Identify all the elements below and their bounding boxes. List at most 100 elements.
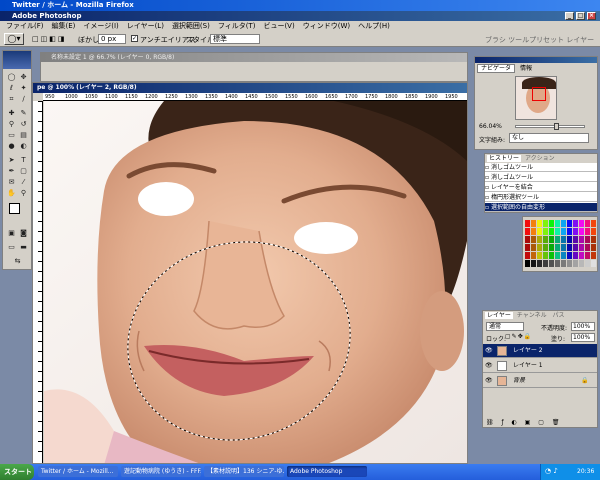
color-swatch[interactable] [543, 244, 548, 251]
navigator-thumbnail[interactable] [515, 76, 557, 120]
pen-tool-icon[interactable]: ✒ [7, 167, 16, 176]
taskbar-item[interactable]: Twitter / ホーム - Mozill... [38, 466, 118, 477]
zoom-slider[interactable] [515, 123, 585, 130]
color-swatch[interactable] [525, 228, 530, 235]
color-swatch[interactable] [579, 244, 584, 251]
clone-stamp-icon[interactable]: ⚲ [7, 120, 16, 129]
tray-icons[interactable]: ◔ ♪ [545, 467, 558, 475]
color-swatch[interactable] [531, 244, 536, 251]
tab-channels[interactable]: チャンネル [515, 312, 549, 319]
color-swatch[interactable] [525, 252, 530, 259]
color-swatch[interactable] [567, 220, 572, 227]
menu-edit[interactable]: 編集(E) [48, 21, 80, 31]
color-swatch[interactable] [549, 252, 554, 259]
menu-layer[interactable]: レイヤー(L) [123, 21, 168, 31]
start-button[interactable]: スタート [0, 464, 34, 480]
gradient-tool-icon[interactable]: ▤ [19, 131, 28, 140]
color-swatch[interactable] [543, 236, 548, 243]
color-swatch[interactable] [585, 220, 590, 227]
hand-tool-icon[interactable]: ✋ [7, 189, 16, 198]
menu-filter[interactable]: フィルタ(T) [214, 21, 260, 31]
color-swatch[interactable] [567, 236, 572, 243]
notes-tool-icon[interactable]: ✉ [7, 178, 16, 187]
layers-footer-icons[interactable]: ⛓ ƒ ◐ ▣ ▢ 🗑 [486, 418, 596, 427]
blend-mode-select[interactable]: 通常 [486, 322, 524, 331]
color-swatch[interactable] [531, 228, 536, 235]
tab-actions[interactable]: アクション [523, 155, 557, 162]
eyedropper-icon[interactable]: ⁄ [19, 178, 28, 187]
history-item[interactable]: ▫ 消しゴムツール [485, 163, 597, 172]
history-item[interactable]: ▫ レイヤーを結合 [485, 183, 597, 192]
doc-back-titlebar[interactable]: 名称未設定 1 @ 66.7% (レイヤー 0, RGB/8) [41, 53, 467, 62]
color-swatch[interactable] [549, 260, 554, 267]
fill-input[interactable]: 100% [571, 333, 595, 342]
color-swatch[interactable] [525, 220, 530, 227]
history-item[interactable]: ▫ 選択範囲の自由変形 [485, 203, 597, 212]
history-item[interactable]: ▫ 楕円形選択ツール [485, 193, 597, 202]
color-swatch[interactable] [591, 228, 596, 235]
layer-row[interactable]: 👁 背景 🔒 [483, 374, 597, 388]
color-swatch[interactable] [537, 220, 542, 227]
menu-help[interactable]: ヘルプ(H) [354, 21, 394, 31]
color-swatch[interactable] [561, 244, 566, 251]
selection-mode-icons[interactable]: □◫◧◨ [32, 34, 74, 44]
color-swatch[interactable] [531, 220, 536, 227]
opacity-input[interactable]: 100% [571, 322, 595, 331]
layer-row[interactable]: 👁 レイヤー 2 [483, 344, 597, 358]
color-swatch[interactable] [555, 244, 560, 251]
color-swatch[interactable] [579, 228, 584, 235]
color-swatch[interactable] [585, 228, 590, 235]
healing-brush-icon[interactable]: ✚ [7, 109, 16, 118]
image-canvas[interactable] [44, 101, 467, 463]
char-select[interactable]: なし [509, 133, 589, 143]
color-swatch[interactable] [549, 228, 554, 235]
color-swatch[interactable] [549, 244, 554, 251]
antialias-checkbox[interactable]: ✓ [131, 35, 138, 42]
lock-icons[interactable]: ▢✎✥🔒 [505, 333, 532, 340]
color-swatch[interactable] [591, 236, 596, 243]
color-swatch[interactable] [585, 236, 590, 243]
slice-tool-icon[interactable]: ∕ [19, 95, 28, 104]
taskbar-item[interactable]: Adobe Photoshop [287, 466, 367, 477]
dodge-tool-icon[interactable]: ◐ [19, 142, 28, 151]
zoom-tool-icon[interactable]: ⚲ [19, 189, 28, 198]
color-swatch[interactable] [537, 236, 542, 243]
color-swatch[interactable] [555, 228, 560, 235]
maximize-button[interactable]: □ [576, 12, 585, 20]
lasso-tool-icon[interactable]: ℓ [7, 84, 16, 93]
visibility-eye-icon[interactable]: 👁 [485, 359, 493, 373]
shape-tool-icon[interactable]: ▢ [19, 167, 28, 176]
blur-tool-icon[interactable]: ● [7, 142, 16, 151]
color-swatch[interactable] [585, 252, 590, 259]
color-swatch[interactable] [579, 220, 584, 227]
quick-mask-icon[interactable]: ▣ [7, 229, 16, 238]
path-select-icon[interactable]: ➤ [7, 156, 16, 165]
color-swatch[interactable] [591, 260, 596, 267]
screen-mode-icon[interactable]: ▭ [7, 243, 16, 252]
magic-wand-icon[interactable]: ✦ [19, 84, 28, 93]
minimize-button[interactable]: _ [565, 12, 574, 20]
color-swatch[interactable] [567, 252, 572, 259]
foreground-color-swatch[interactable] [9, 203, 20, 214]
color-swatch[interactable] [549, 236, 554, 243]
color-swatch[interactable] [525, 260, 530, 267]
doc-main-titlebar[interactable]: pe @ 100% (レイヤー 2, RGB/8) [33, 83, 467, 93]
color-swatch[interactable] [537, 260, 542, 267]
taskbar-item[interactable]: 【素材説明】136 シニア-ゆ... [204, 466, 284, 477]
crop-tool-icon[interactable]: ⌗ [7, 95, 16, 104]
color-swatch[interactable] [525, 236, 530, 243]
color-swatch[interactable] [531, 260, 536, 267]
color-swatch[interactable] [585, 244, 590, 251]
color-swatch[interactable] [555, 252, 560, 259]
color-swatch[interactable] [573, 260, 578, 267]
quick-mask-on-icon[interactable]: ◙ [19, 229, 28, 238]
color-swatch[interactable] [537, 252, 542, 259]
screen-mode-full-icon[interactable]: ▬ [19, 243, 28, 252]
color-swatch[interactable] [561, 220, 566, 227]
color-swatch[interactable] [537, 244, 542, 251]
color-swatch[interactable] [573, 244, 578, 251]
color-swatch[interactable] [591, 244, 596, 251]
color-swatch[interactable] [537, 228, 542, 235]
palette-well-tabs[interactable]: ブラシ ツールプリセット レイヤーカンプ [485, 35, 595, 45]
color-swatch[interactable] [573, 228, 578, 235]
